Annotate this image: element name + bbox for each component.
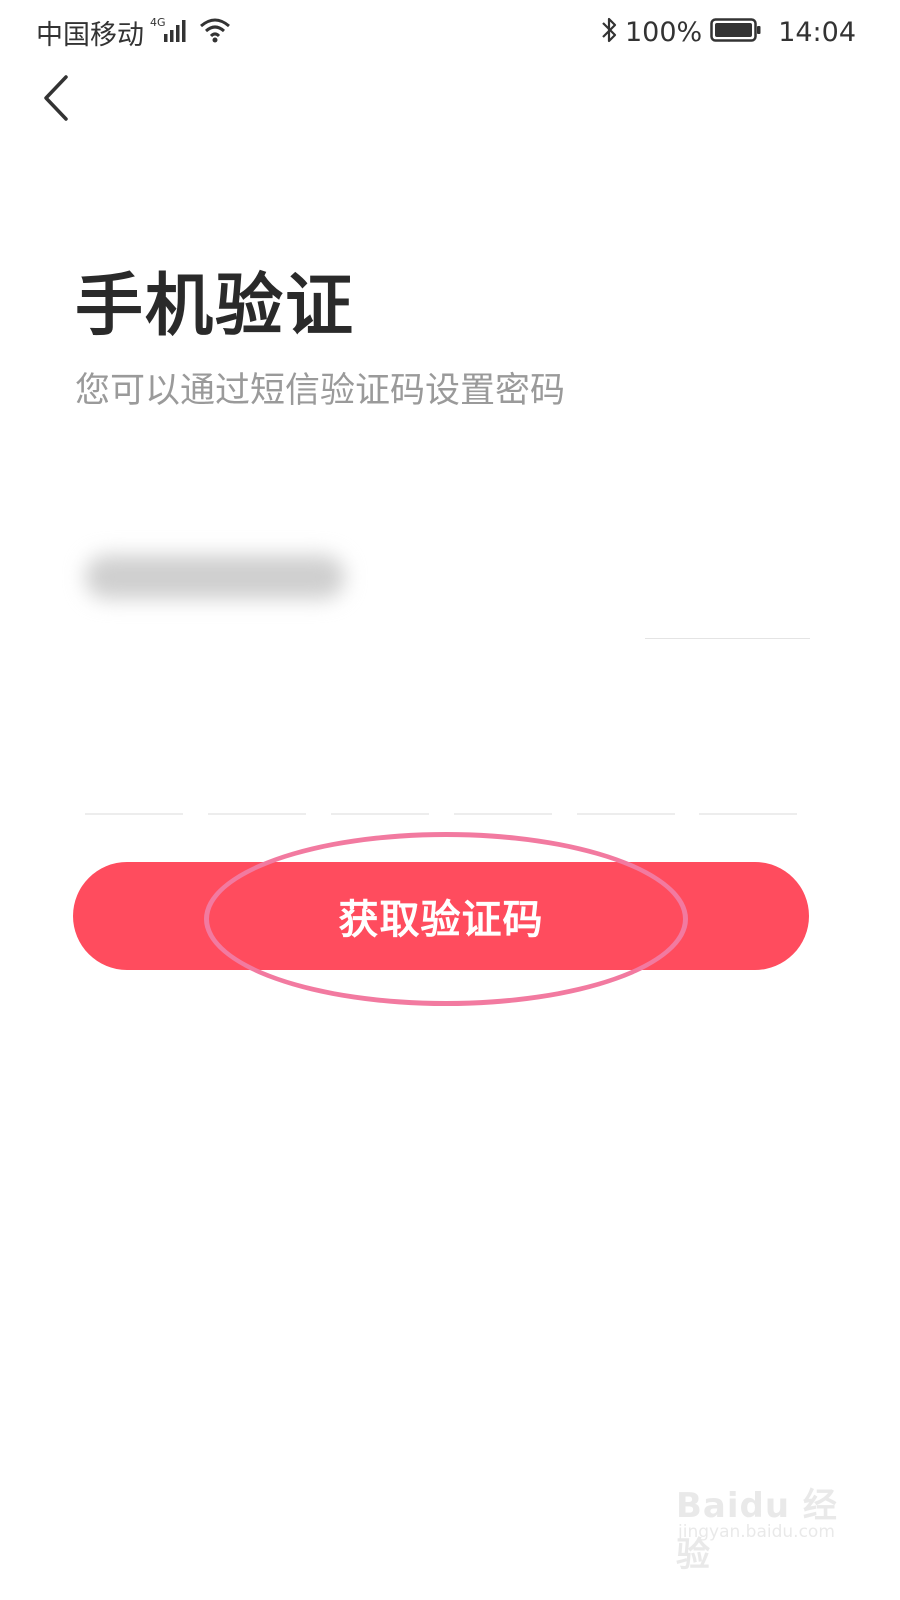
back-button[interactable]: [26, 70, 86, 130]
phone-input-underline: [645, 638, 810, 639]
status-right: 100% 14:04: [599, 12, 856, 52]
bluetooth-icon: [599, 15, 619, 49]
signal-icon: 4G: [150, 15, 192, 49]
code-digit-box[interactable]: [454, 780, 552, 815]
battery-icon: [710, 16, 762, 48]
watermark-url: jingyan.baidu.com: [678, 1522, 835, 1542]
chevron-left-icon: [38, 73, 74, 127]
code-digit-box[interactable]: [577, 780, 675, 815]
get-verification-code-button[interactable]: 获取验证码: [73, 862, 809, 970]
clock: 14:04: [778, 16, 856, 48]
verification-code-boxes: [85, 780, 800, 816]
page-title: 手机验证: [75, 267, 356, 346]
svg-text:4G: 4G: [150, 16, 166, 29]
wifi-icon: [198, 15, 232, 49]
battery-percent: 100%: [624, 16, 703, 48]
status-bar: 中国移动 4G 100% 14:04: [0, 0, 900, 64]
carrier-name: 中国移动: [36, 19, 144, 51]
code-digit-box[interactable]: [331, 780, 429, 815]
phone-number-obscured: [85, 555, 345, 599]
status-left: 中国移动 4G: [36, 12, 232, 52]
code-digit-box[interactable]: [208, 780, 306, 815]
page-subtitle: 您可以通过短信验证码设置密码: [75, 371, 566, 411]
code-digit-box[interactable]: [699, 780, 797, 815]
phone-number-input[interactable]: [75, 520, 810, 640]
code-digit-box[interactable]: [85, 780, 183, 815]
baidu-jingyan-watermark: Baidu 经验 jingyan.baidu.com: [676, 1470, 856, 1575]
